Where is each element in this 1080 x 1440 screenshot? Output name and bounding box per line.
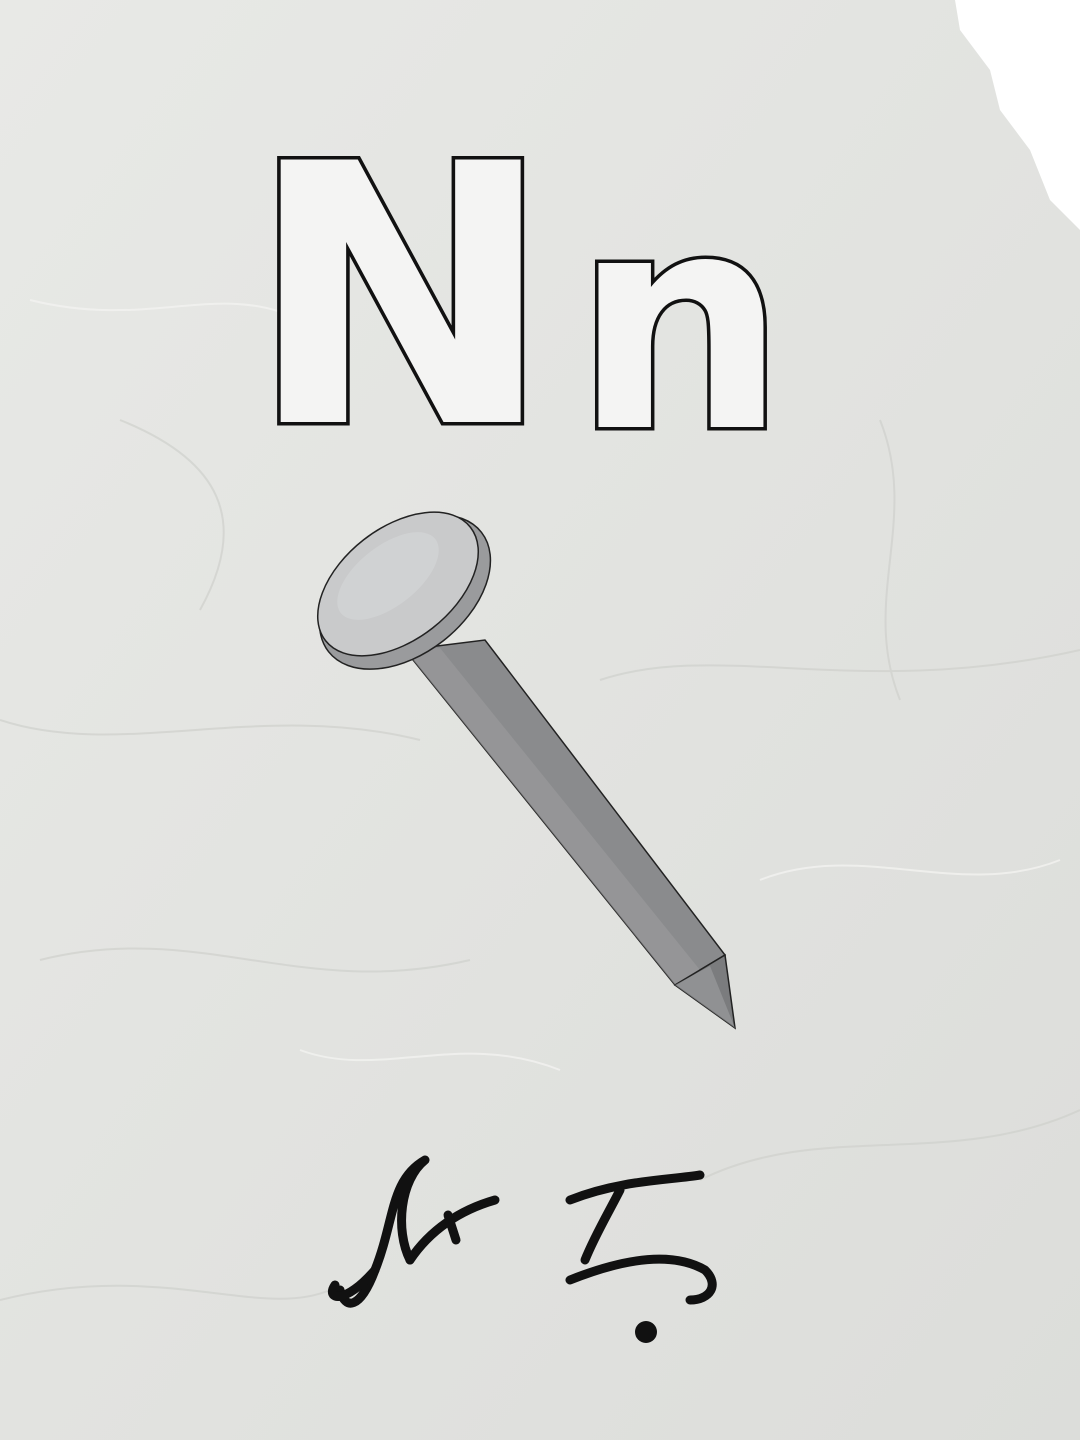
flashcard-page: N n <box>0 0 1080 1440</box>
uppercase-letter: N <box>243 88 557 507</box>
letter-heading: N n <box>243 114 850 481</box>
lowercase-letter: n <box>570 149 791 498</box>
handwritten-script-word <box>327 1155 717 1343</box>
nail-icon <box>316 511 736 1030</box>
